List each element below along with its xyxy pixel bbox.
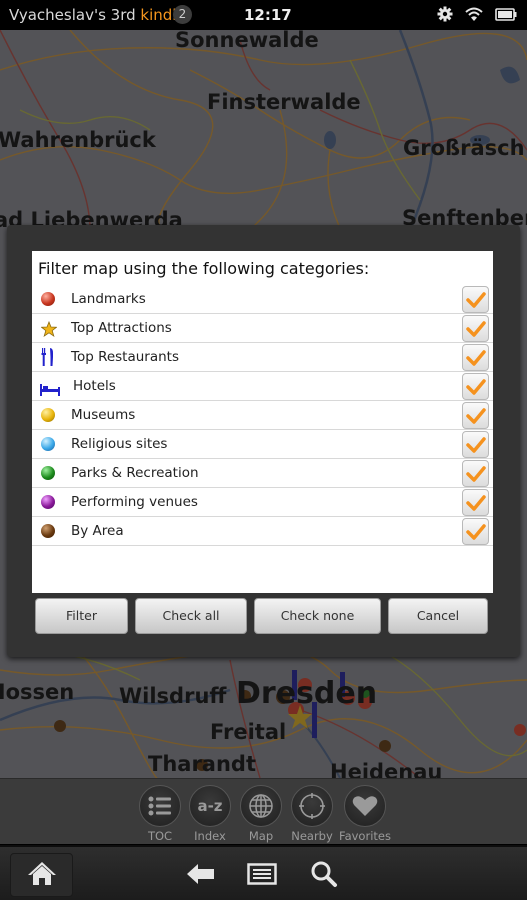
a-z-glyph: a-z [197,797,223,815]
top-attractions-checkbox[interactable] [462,315,489,342]
red-ball-icon [41,292,55,306]
performing-venues-checkbox[interactable] [462,489,489,516]
category-label: Top Attractions [71,320,172,336]
favorites-label: Favorites [339,829,391,843]
crosshair-icon [291,785,333,827]
purple-ball-icon [41,495,55,509]
category-row-performing-venues[interactable]: Performing venues [32,488,493,517]
category-label: Hotels [73,378,116,394]
category-label: Museums [71,407,136,423]
category-panel: Filter map using the following categorie… [32,251,493,593]
category-row-museums[interactable]: Museums [32,401,493,430]
device-owner: Vyacheslav's 3rd [9,6,141,24]
blue-ball-icon [41,437,55,451]
parks-recreation-checkbox[interactable] [462,460,489,487]
category-row-top-restaurants[interactable]: Top Restaurants [32,343,493,372]
map-button[interactable]: Map [234,785,288,843]
green-ball-icon [41,466,55,480]
check-none-button[interactable]: Check none [254,598,381,634]
category-label: By Area [71,523,124,539]
filter-dialog: Filter map using the following categorie… [7,225,520,657]
a-z-icon: a-z [189,785,231,827]
religious-sites-checkbox[interactable] [462,431,489,458]
notification-badge[interactable]: 2 [173,5,192,24]
back-icon[interactable] [186,863,216,889]
category-label: Landmarks [71,291,146,307]
nearby-button[interactable]: Nearby [285,785,339,843]
gear-icon[interactable] [437,6,453,26]
list-icon [139,785,181,827]
device-name: Vyacheslav's 3rd kindle [9,6,186,24]
globe-icon [240,785,282,827]
museums-checkbox[interactable] [462,402,489,429]
status-bar: Vyacheslav's 3rd kindle 2 12:17 [0,0,527,30]
cancel-button[interactable]: Cancel [388,598,488,634]
category-label: Top Restaurants [71,349,180,365]
dialog-buttons: Filter Check all Check none Cancel [35,598,491,634]
dialog-prompt: Filter map using the following categorie… [38,259,370,278]
toc-button[interactable]: TOC [133,785,187,843]
battery-icon [495,7,517,25]
category-label: Performing venues [71,494,198,510]
map-label: Map [248,829,274,843]
system-nav-bar [0,845,527,900]
favorites-button[interactable]: Favorites [338,785,392,843]
toc-label: TOC [147,829,173,843]
top-restaurants-checkbox[interactable] [462,344,489,371]
nearby-label: Nearby [291,829,333,843]
bed-icon [40,381,60,396]
filter-button[interactable]: Filter [35,598,128,634]
clock: 12:17 [244,6,292,24]
menu-icon[interactable] [247,863,277,889]
star-icon [40,320,58,337]
wifi-icon[interactable] [465,7,483,26]
yellow-ball-icon [41,408,55,422]
category-row-parks-recreation[interactable]: Parks & Recreation [32,459,493,488]
check-all-button[interactable]: Check all [135,598,247,634]
index-label: Index [194,829,226,843]
category-row-by-area[interactable]: By Area [32,517,493,546]
category-row-religious-sites[interactable]: Religious sites [32,430,493,459]
home-icon [27,860,57,890]
hotels-checkbox[interactable] [462,373,489,400]
brown-ball-icon [41,524,55,538]
heart-icon [344,785,386,827]
fork-knife-icon [41,348,55,366]
category-row-landmarks[interactable]: Landmarks [32,285,493,314]
category-list: Landmarks Top Attractions Top Restaurant… [32,285,493,546]
search-icon[interactable] [310,860,338,892]
app-toolbar: TOC a-z Index Map Nearby Favorites [0,778,527,844]
index-button[interactable]: a-z Index [183,785,237,843]
by-area-checkbox[interactable] [462,518,489,545]
category-row-top-attractions[interactable]: Top Attractions [32,314,493,343]
category-label: Parks & Recreation [71,465,199,481]
landmarks-checkbox[interactable] [462,286,489,313]
category-label: Religious sites [71,436,168,452]
home-button[interactable] [10,853,73,897]
category-row-hotels[interactable]: Hotels [32,372,493,401]
